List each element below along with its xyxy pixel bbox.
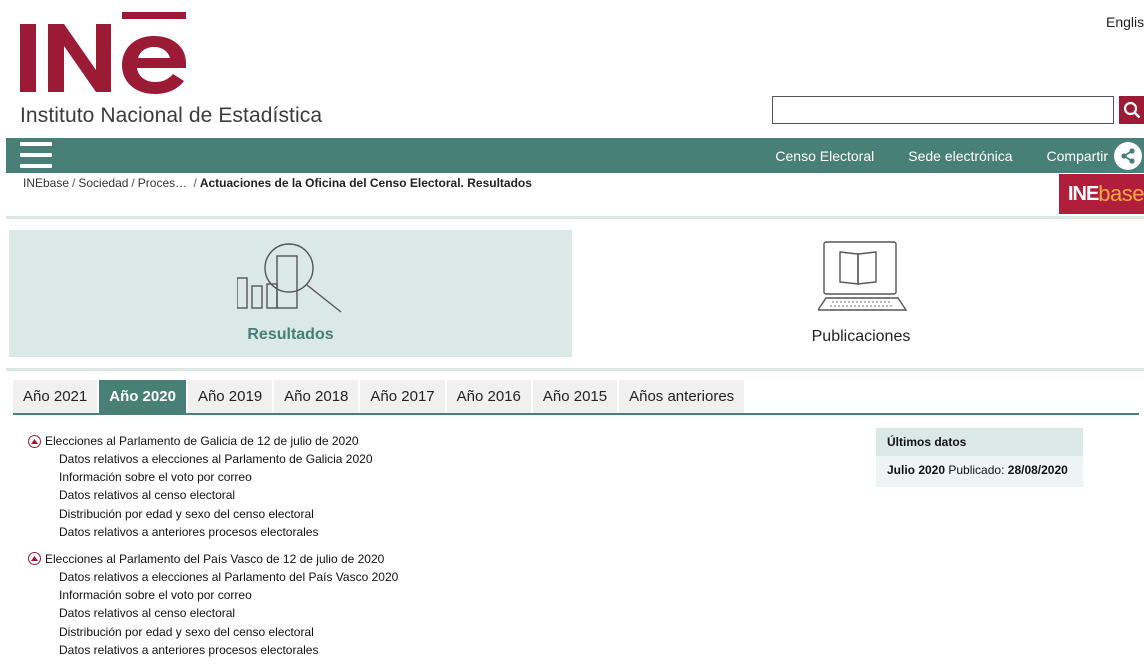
tab-2021[interactable]: Año 2021	[13, 380, 98, 413]
ultimos-datos-box: Últimos datos Julio 2020 Publicado: 28/0…	[876, 428, 1083, 487]
list-item: Datos relativos a anteriores procesos el…	[28, 523, 848, 541]
chart-magnifier-icon	[237, 243, 342, 313]
nav-sede-electronica[interactable]: Sede electrónica	[908, 148, 1012, 164]
inebase-logo-base: base	[1098, 181, 1144, 206]
section-title-text: Elecciones al Parlamento de Galicia de 1…	[45, 434, 359, 448]
list-item-link[interactable]: Datos relativos a anteriores procesos el…	[59, 643, 318, 657]
breadcrumb: INEbase / Sociedad / Proces… / Actuaciones de…	[23, 176, 532, 190]
book-laptop-icon	[818, 241, 908, 311]
list-item: Distribución por edad y sexo del censo e…	[28, 623, 848, 641]
tab-2019[interactable]: Año 2019	[187, 380, 273, 413]
section-title[interactable]: Elecciones al Parlamento del País Vasco …	[28, 550, 848, 568]
resultados-card[interactable]: Resultados	[9, 230, 572, 357]
inebase-logo[interactable]: INE base	[1059, 174, 1144, 214]
tab-2015[interactable]: Año 2015	[532, 380, 618, 413]
ultimos-datos-period: Julio 2020	[887, 463, 946, 477]
list-item-link[interactable]: Distribución por edad y sexo del censo e…	[59, 625, 314, 639]
main-navbar: Censo Electoral Sede electrónica Compart…	[6, 138, 1144, 173]
nav-censo-electoral[interactable]: Censo Electoral	[775, 148, 874, 164]
list-item-link[interactable]: Datos relativos al censo electoral	[59, 488, 235, 502]
list-item: Datos relativos al censo electoral	[28, 604, 848, 622]
search-button[interactable]	[1119, 96, 1144, 124]
list-item: Datos relativos a anteriores procesos el…	[28, 641, 848, 659]
collapse-icon[interactable]	[28, 434, 41, 448]
breadcrumb-inebase[interactable]: INEbase	[23, 176, 69, 190]
breadcrumb-current: Actuaciones de la Oficina del Censo Elec…	[199, 176, 532, 190]
results-list: Elecciones al Parlamento de Galicia de 1…	[28, 432, 848, 664]
list-item-link[interactable]: Datos relativos a elecciones al Parlamen…	[59, 570, 398, 584]
ultimos-datos-date: 28/08/2020	[1007, 463, 1068, 477]
ultimos-datos-title: Últimos datos	[876, 428, 1083, 456]
breadcrumb-sociedad[interactable]: Sociedad	[78, 176, 128, 190]
institute-name: Instituto Nacional de Estadística	[20, 104, 323, 127]
publicaciones-card[interactable]: Publicaciones	[578, 230, 1144, 357]
list-item-link[interactable]: Información sobre el voto por correo	[59, 470, 252, 484]
list-item: Información sobre el voto por correo	[28, 468, 848, 486]
list-item-link[interactable]: Datos relativos al censo electoral	[59, 606, 235, 620]
ultimos-datos-published-label: Publicado:	[948, 463, 1005, 477]
collapse-icon[interactable]	[28, 552, 41, 566]
search-input[interactable]	[772, 96, 1114, 124]
ine-logo[interactable]	[18, 10, 190, 94]
list-item-link[interactable]: Datos relativos a anteriores procesos el…	[59, 525, 318, 539]
list-item: Información sobre el voto por correo	[28, 586, 848, 604]
share-label: Compartir	[1046, 147, 1108, 164]
tab-2017[interactable]: Año 2017	[360, 380, 445, 413]
resultados-label: Resultados	[247, 326, 334, 343]
list-item-link[interactable]: Información sobre el voto por correo	[59, 588, 252, 602]
language-link[interactable]: English	[1106, 14, 1144, 30]
ultimos-datos-body: Julio 2020 Publicado: 28/08/2020	[876, 456, 1083, 485]
search-icon	[1123, 101, 1140, 119]
list-item-link[interactable]: Distribución por edad y sexo del censo e…	[59, 507, 314, 521]
list-item: Datos relativos al censo electoral	[28, 486, 848, 504]
tabs-underline	[13, 413, 1139, 415]
section-pais-vasco: Elecciones al Parlamento del País Vasco …	[28, 550, 848, 659]
tab-anteriores[interactable]: Años anteriores	[619, 380, 745, 413]
list-item-link[interactable]: Datos relativos a elecciones al Parlamen…	[59, 452, 373, 466]
hamburger-menu-icon[interactable]	[20, 142, 52, 168]
divider	[6, 216, 1144, 219]
list-item: Datos relativos a elecciones al Parlamen…	[28, 568, 848, 586]
list-item: Distribución por edad y sexo del censo e…	[28, 505, 848, 523]
year-tabs: Año 2021 Año 2020 Año 2019 Año 2018 Año …	[13, 380, 746, 414]
section-title[interactable]: Elecciones al Parlamento de Galicia de 1…	[28, 432, 848, 450]
section-title-text: Elecciones al Parlamento del País Vasco …	[45, 551, 385, 566]
publicaciones-label: Publicaciones	[811, 328, 911, 345]
tab-2020[interactable]: Año 2020	[99, 380, 186, 413]
list-item: Datos relativos a elecciones al Parlamen…	[28, 450, 848, 468]
share-icon	[1114, 141, 1142, 170]
divider	[6, 368, 1144, 371]
section-galicia: Elecciones al Parlamento de Galicia de 1…	[28, 432, 848, 541]
inebase-logo-ine: INE	[1067, 182, 1099, 205]
tab-2016[interactable]: Año 2016	[446, 380, 531, 413]
share-button[interactable]: Compartir	[1046, 141, 1142, 170]
tab-2018[interactable]: Año 2018	[274, 380, 359, 413]
breadcrumb-procesos[interactable]: Proces…	[138, 176, 187, 190]
